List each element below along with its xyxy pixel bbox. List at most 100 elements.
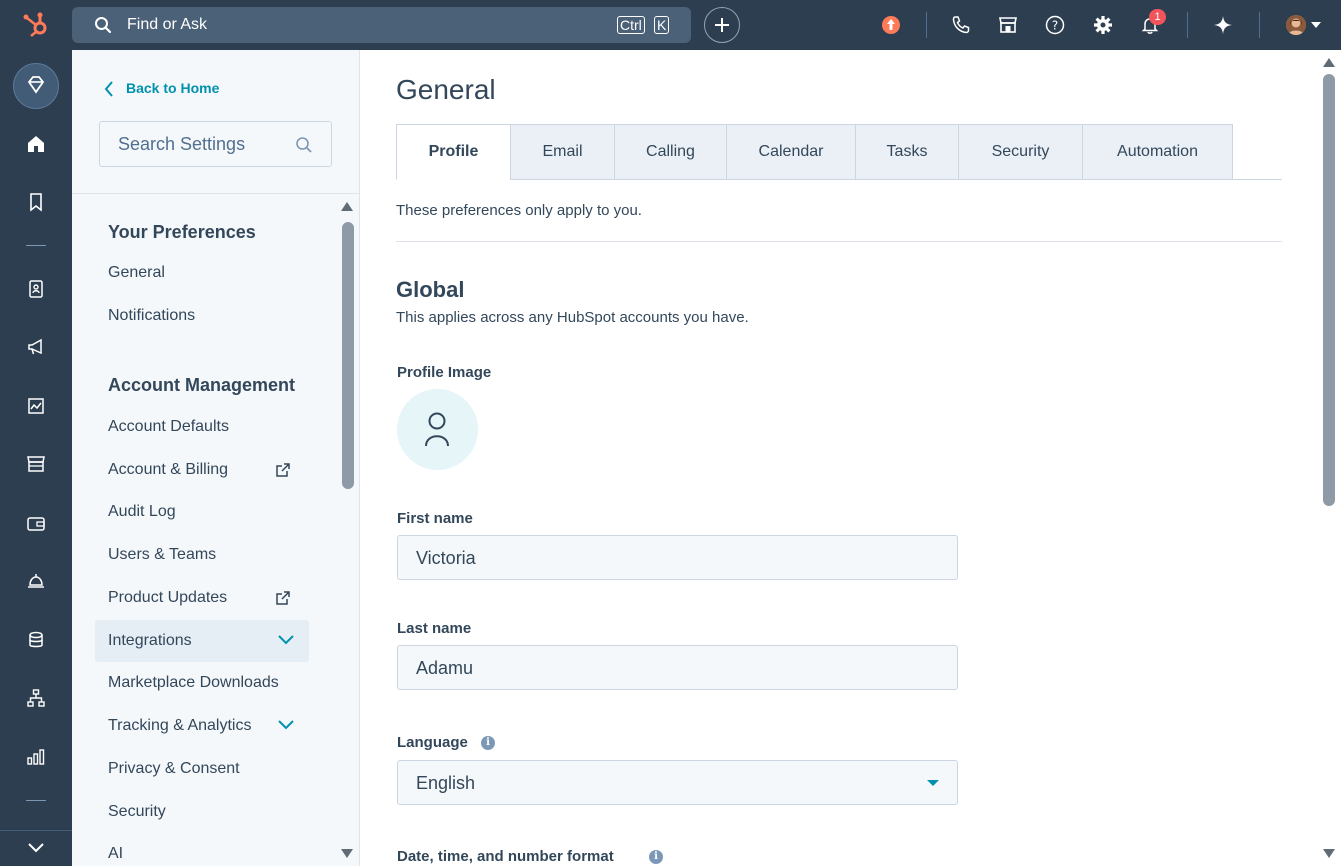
sidebar-item-label: Privacy & Consent bbox=[108, 760, 240, 777]
chevron-down-icon[interactable] bbox=[1311, 22, 1321, 28]
global-search-bar[interactable]: Find or Ask Ctrl K bbox=[72, 7, 691, 43]
sidebar-item-label: Account Defaults bbox=[108, 418, 229, 435]
create-new-button[interactable] bbox=[704, 7, 740, 43]
last-name-label: Last name bbox=[397, 620, 472, 637]
first-name-label: First name bbox=[397, 510, 473, 527]
settings-sidebar: Back to Home Search Settings Your Prefer… bbox=[72, 50, 360, 866]
sidebar-item-product-updates[interactable]: Product Updates bbox=[95, 577, 309, 619]
notification-count-badge: 1 bbox=[1149, 9, 1166, 25]
tab-calendar[interactable]: Calendar bbox=[726, 124, 856, 180]
main-scrollbar-thumb[interactable] bbox=[1323, 74, 1335, 506]
kbd-k-badge: K bbox=[654, 16, 670, 34]
date-format-label: Date, time, and number format bbox=[397, 848, 614, 865]
gear-icon[interactable] bbox=[1092, 14, 1114, 36]
contacts-icon[interactable] bbox=[26, 279, 46, 299]
sidebar-item-marketplace-downloads[interactable]: Marketplace Downloads bbox=[95, 662, 309, 704]
help-icon[interactable]: ? bbox=[1044, 14, 1066, 36]
search-icon bbox=[95, 17, 112, 34]
user-placeholder-icon bbox=[425, 412, 449, 447]
sidebar-item-account-defaults[interactable]: Account Defaults bbox=[95, 406, 309, 448]
tab-email[interactable]: Email bbox=[510, 124, 615, 180]
language-select[interactable]: English bbox=[397, 760, 958, 805]
diamond-icon bbox=[27, 76, 45, 94]
first-name-field[interactable]: Victoria bbox=[397, 535, 958, 580]
home-icon[interactable] bbox=[26, 134, 46, 154]
scroll-up-arrow-icon[interactable] bbox=[340, 200, 354, 212]
top-navigation-bar: Find or Ask Ctrl K ? 1 bbox=[0, 0, 1341, 50]
svg-text:?: ? bbox=[1052, 19, 1058, 33]
sidebar-item-ai[interactable]: AI bbox=[95, 833, 309, 866]
sidebar-item-label: Users & Teams bbox=[108, 546, 217, 563]
sidebar-item-users-teams[interactable]: Users & Teams bbox=[95, 534, 309, 576]
marketing-megaphone-icon[interactable] bbox=[26, 337, 46, 357]
kbd-ctrl-badge: Ctrl bbox=[617, 16, 645, 34]
rail-expand-button[interactable] bbox=[0, 830, 72, 866]
global-heading: Global bbox=[396, 277, 465, 302]
back-to-home-label: Back to Home bbox=[126, 80, 220, 96]
user-avatar[interactable] bbox=[1286, 15, 1306, 35]
section-title-account-management: Account Management bbox=[108, 375, 296, 395]
bookmark-icon[interactable] bbox=[26, 192, 46, 212]
preferences-intro-text: These preferences only apply to you. bbox=[396, 202, 642, 219]
language-selected-value: English bbox=[416, 773, 476, 793]
search-icon bbox=[296, 137, 312, 153]
automation-network-icon[interactable] bbox=[26, 688, 46, 708]
sidebar-item-tracking-analytics[interactable]: Tracking & Analytics bbox=[95, 705, 309, 747]
settings-nav-list: Your Preferences General Notifications A… bbox=[72, 194, 342, 866]
sidebar-item-audit-log[interactable]: Audit Log bbox=[95, 491, 309, 533]
sidebar-item-notifications[interactable]: Notifications bbox=[95, 295, 309, 337]
reporting-icon[interactable] bbox=[26, 747, 46, 767]
topbar-divider bbox=[1259, 12, 1260, 38]
sidebar-item-label: Marketplace Downloads bbox=[108, 674, 279, 691]
language-label: Language bbox=[397, 734, 468, 751]
phone-icon[interactable] bbox=[950, 14, 972, 36]
upgrade-icon[interactable] bbox=[880, 14, 902, 36]
external-link-icon bbox=[276, 463, 290, 477]
content-icon[interactable] bbox=[26, 396, 46, 416]
sidebar-item-security[interactable]: Security bbox=[95, 791, 309, 833]
scroll-down-arrow-icon[interactable] bbox=[1322, 848, 1336, 860]
wallet-icon[interactable] bbox=[26, 513, 46, 533]
ai-sparkle-icon[interactable] bbox=[1212, 14, 1234, 36]
user-photo-icon bbox=[1286, 15, 1306, 35]
sidebar-item-account-billing[interactable]: Account & Billing bbox=[95, 449, 309, 491]
section-title-your-preferences: Your Preferences bbox=[108, 222, 256, 242]
chevron-down-icon bbox=[28, 843, 44, 853]
rail-divider bbox=[26, 245, 46, 246]
profile-image-upload[interactable] bbox=[397, 389, 478, 470]
sidebar-scrollbar-thumb[interactable] bbox=[342, 222, 354, 489]
hubspot-logo-icon[interactable] bbox=[22, 10, 52, 40]
commerce-icon[interactable] bbox=[26, 454, 46, 474]
service-bell-icon[interactable] bbox=[26, 571, 46, 591]
external-link-icon bbox=[276, 591, 290, 605]
chevron-down-icon bbox=[278, 635, 294, 645]
global-subtext: This applies across any HubSpot accounts… bbox=[396, 309, 749, 326]
scroll-up-arrow-icon[interactable] bbox=[1322, 56, 1336, 68]
chevron-down-icon bbox=[278, 720, 294, 730]
last-name-field[interactable]: Adamu bbox=[397, 645, 958, 690]
info-icon[interactable]: i bbox=[481, 736, 495, 750]
chevron-left-icon bbox=[104, 81, 113, 97]
info-icon[interactable]: i bbox=[649, 850, 663, 864]
sidebar-item-label: AI bbox=[108, 845, 124, 862]
sidebar-item-general[interactable]: General bbox=[95, 252, 309, 294]
page-title: General bbox=[396, 74, 496, 105]
sidebar-item-label: Product Updates bbox=[108, 589, 228, 606]
tab-automation[interactable]: Automation bbox=[1082, 124, 1233, 180]
rail-item-bookmarks-active[interactable] bbox=[13, 63, 59, 109]
settings-search-input[interactable]: Search Settings bbox=[99, 121, 332, 167]
scroll-down-arrow-icon[interactable] bbox=[340, 848, 354, 860]
rail-divider bbox=[26, 800, 46, 801]
sidebar-item-label: Notifications bbox=[108, 307, 196, 324]
tab-tasks[interactable]: Tasks bbox=[855, 124, 959, 180]
marketplace-icon[interactable] bbox=[997, 14, 1019, 36]
database-icon[interactable] bbox=[26, 630, 46, 650]
sidebar-item-privacy-consent[interactable]: Privacy & Consent bbox=[95, 748, 309, 790]
profile-image-label: Profile Image bbox=[397, 364, 492, 381]
tab-profile[interactable]: Profile bbox=[396, 124, 511, 180]
tab-calling[interactable]: Calling bbox=[614, 124, 727, 180]
sidebar-item-label: Security bbox=[108, 803, 166, 820]
sidebar-item-integrations[interactable]: Integrations bbox=[95, 620, 309, 662]
tab-security[interactable]: Security bbox=[958, 124, 1083, 180]
section-divider bbox=[396, 241, 1282, 242]
